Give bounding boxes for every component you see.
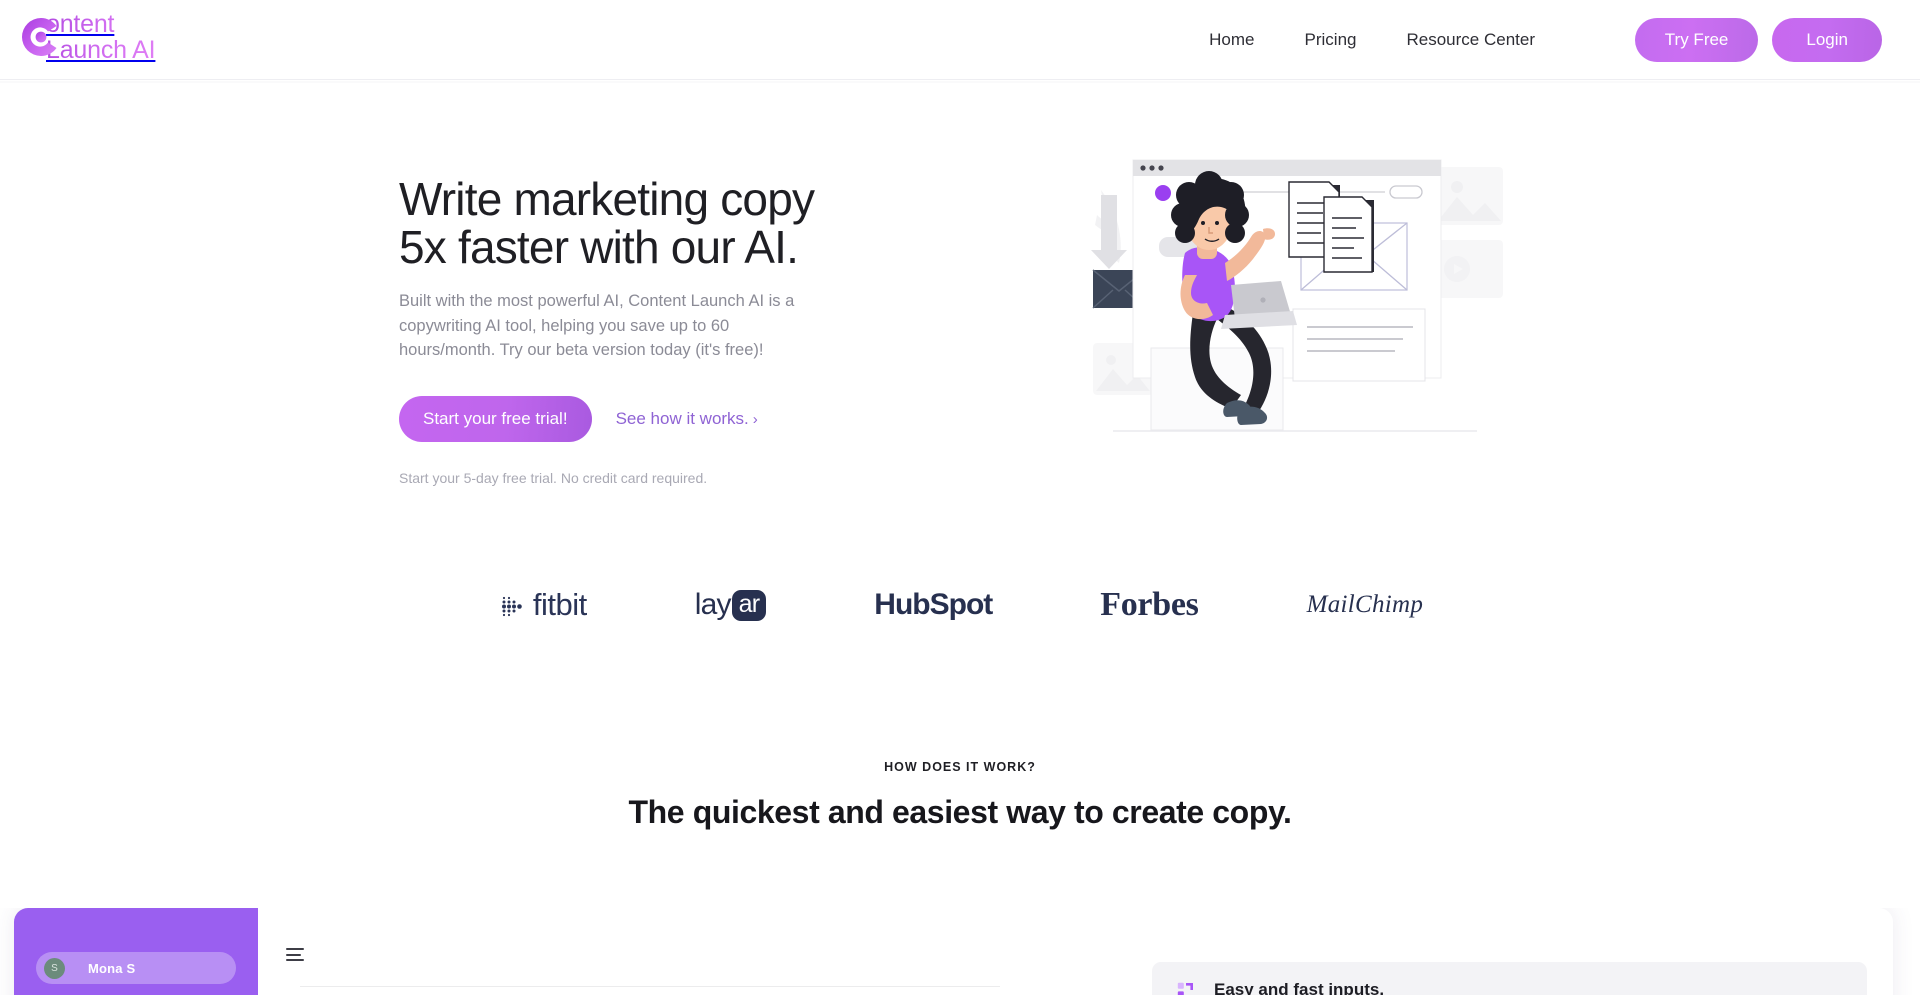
hero-title-line1: Write marketing copy (399, 173, 815, 225)
try-free-button[interactable]: Try Free (1634, 18, 1759, 62)
forbes-wordmark: Forbes (1100, 586, 1199, 623)
brand-logo-forbes: Forbes (1100, 579, 1199, 631)
see-how-it-works-link[interactable]: See how it works. › (616, 409, 758, 429)
chevron-right-icon: › (752, 410, 758, 428)
brand-logo[interactable]: ontent Launch AI (18, 10, 155, 63)
mailchimp-wordmark: MailChimp (1306, 591, 1424, 618)
site-header: ontent Launch AI Home Pricing Resource C… (0, 0, 1920, 80)
primary-nav: Home Pricing Resource Center (1184, 0, 1560, 80)
nav-resource-center[interactable]: Resource Center (1381, 30, 1560, 50)
brand-logo-layar: lay ar (695, 579, 767, 631)
how-title: The quickest and easiest way to create c… (628, 794, 1292, 830)
feature-card-row: Easy and fast inputs. (1177, 980, 1384, 995)
hero-copy: Write marketing copy 5x faster with our … (399, 175, 829, 486)
landing-page: ontent Launch AI Home Pricing Resource C… (0, 0, 1920, 995)
nav-home[interactable]: Home (1184, 30, 1279, 50)
layar-ar-chip: ar (731, 589, 767, 621)
hero-title-line2: 5x faster with our AI. (399, 221, 799, 273)
hero-title: Write marketing copy 5x faster with our … (399, 175, 829, 271)
layout-inputs-icon (1177, 982, 1194, 995)
sidebar-user-name: Mona S (88, 960, 136, 976)
hero-subtitle: Built with the most powerful AI, Content… (399, 292, 795, 359)
hamburger-menu-icon[interactable] (286, 948, 304, 961)
see-how-it-works-label: See how it works. (615, 408, 749, 428)
app-mockup-divider (300, 986, 1000, 987)
app-mockup-sidebar: S Mona S (14, 908, 258, 995)
nav-pricing[interactable]: Pricing (1280, 30, 1382, 50)
hero-cta-row: Start your free trial! See how it works.… (399, 395, 829, 442)
fitbit-dots-icon (501, 596, 522, 617)
avatar: S (44, 957, 65, 979)
hubspot-wordmark: HubSpot (874, 588, 993, 621)
how-eyebrow: HOW DOES IT WORK? (884, 760, 1036, 774)
layar-wordmark: lay (694, 588, 732, 621)
hero-section: Write marketing copy 5x faster with our … (0, 80, 1920, 510)
c-circle-logo-icon (18, 14, 64, 60)
brand-logo-hubspot: HubSpot (874, 579, 993, 631)
brand-logo-fitbit: fitbit (497, 579, 587, 631)
customer-logo-strip: fitbit lay ar HubSpot Forbes MailChimp (0, 565, 1920, 645)
feature-card-text: Easy and fast inputs. (1214, 980, 1385, 995)
header-actions: Try Free Login (1634, 0, 1882, 80)
start-free-trial-button[interactable]: Start your free trial! (399, 395, 592, 442)
login-button[interactable]: Login (1772, 18, 1882, 62)
fitbit-wordmark: fitbit (532, 587, 587, 622)
how-it-works-section: HOW DOES IT WORK? The quickest and easie… (0, 760, 1920, 831)
brand-logo-mailchimp: MailChimp (1307, 579, 1424, 631)
hero-illustration (1085, 145, 1505, 435)
feature-card-easy-inputs: Easy and fast inputs. (1152, 962, 1867, 995)
hero-fine-print: Start your 5-day free trial. No credit c… (399, 469, 708, 486)
sidebar-user-pill[interactable]: S Mona S (36, 952, 236, 984)
